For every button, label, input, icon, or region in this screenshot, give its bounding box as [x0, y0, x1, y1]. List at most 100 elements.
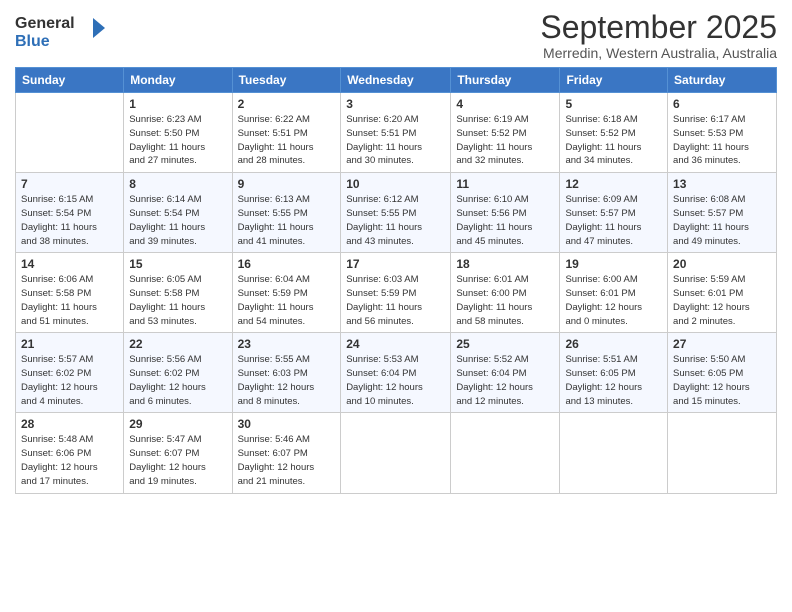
day-number: 13	[673, 177, 771, 191]
day-number: 3	[346, 97, 445, 111]
calendar-cell: 22 Sunrise: 5:56 AM Sunset: 6:02 PM Dayli…	[124, 333, 232, 413]
day-number: 9	[238, 177, 336, 191]
calendar-cell: 13 Sunrise: 6:08 AM Sunset: 5:57 PM Dayli…	[668, 173, 777, 253]
day-number: 12	[565, 177, 662, 191]
day-info: Sunrise: 6:06 AM Sunset: 5:58 PM Dayligh…	[21, 273, 118, 328]
svg-text:Blue: Blue	[15, 33, 50, 50]
day-number: 6	[673, 97, 771, 111]
calendar-cell: 20Sunrise: 5:59 AM Sunset: 6:01 PM Dayli…	[668, 253, 777, 333]
day-info: Sunrise: 5:50 AM Sunset: 6:05 PM Dayligh…	[673, 353, 771, 408]
calendar-week-1: 1Sunrise: 6:23 AM Sunset: 5:50 PM Daylig…	[16, 93, 777, 173]
calendar-cell: 7 Sunrise: 6:15 AM Sunset: 5:54 PM Daylig…	[16, 173, 124, 253]
logo: General Blue	[15, 10, 105, 57]
calendar-cell	[341, 413, 451, 493]
day-number: 4	[456, 97, 554, 111]
calendar-cell: 25 Sunrise: 5:52 AM Sunset: 6:04 PM Dayli…	[451, 333, 560, 413]
title-area: September 2025 Merredin, Western Austral…	[540, 10, 777, 61]
logo-svg: General Blue	[15, 10, 105, 52]
calendar-cell	[668, 413, 777, 493]
calendar-cell: 11 Sunrise: 6:10 AM Sunset: 5:56 PM Dayli…	[451, 173, 560, 253]
day-info: Sunrise: 6:08 AM Sunset: 5:57 PM Dayligh…	[673, 193, 771, 248]
calendar-cell: 23 Sunrise: 5:55 AM Sunset: 6:03 PM Dayli…	[232, 333, 341, 413]
day-info: Sunrise: 5:46 AM Sunset: 6:07 PM Dayligh…	[238, 433, 336, 488]
day-info: Sunrise: 6:12 AM Sunset: 5:55 PM Dayligh…	[346, 193, 445, 248]
day-info: Sunrise: 6:15 AM Sunset: 5:54 PM Dayligh…	[21, 193, 118, 248]
day-number: 16	[238, 257, 336, 271]
day-number: 17	[346, 257, 445, 271]
day-number: 29	[129, 417, 226, 431]
day-number: 7	[21, 177, 118, 191]
day-info: Sunrise: 6:13 AM Sunset: 5:55 PM Dayligh…	[238, 193, 336, 248]
calendar-week-4: 21 Sunrise: 5:57 AM Sunset: 6:02 PM Dayli…	[16, 333, 777, 413]
calendar-cell: 6Sunrise: 6:17 AM Sunset: 5:53 PM Daylig…	[668, 93, 777, 173]
day-info: Sunrise: 5:53 AM Sunset: 6:04 PM Dayligh…	[346, 353, 445, 408]
day-number: 25	[456, 337, 554, 351]
calendar-cell	[16, 93, 124, 173]
day-info: Sunrise: 6:05 AM Sunset: 5:58 PM Dayligh…	[129, 273, 226, 328]
day-number: 5	[565, 97, 662, 111]
day-number: 24	[346, 337, 445, 351]
day-number: 22	[129, 337, 226, 351]
day-info: Sunrise: 6:09 AM Sunset: 5:57 PM Dayligh…	[565, 193, 662, 248]
month-title: September 2025	[540, 10, 777, 45]
calendar-cell: 28 Sunrise: 5:48 AM Sunset: 6:06 PM Dayli…	[16, 413, 124, 493]
day-number: 11	[456, 177, 554, 191]
calendar-week-3: 14 Sunrise: 6:06 AM Sunset: 5:58 PM Dayli…	[16, 253, 777, 333]
day-info: Sunrise: 5:52 AM Sunset: 6:04 PM Dayligh…	[456, 353, 554, 408]
calendar-cell: 10 Sunrise: 6:12 AM Sunset: 5:55 PM Dayli…	[341, 173, 451, 253]
day-number: 14	[21, 257, 118, 271]
calendar-cell: 1Sunrise: 6:23 AM Sunset: 5:50 PM Daylig…	[124, 93, 232, 173]
col-header-thursday: Thursday	[451, 68, 560, 93]
day-number: 21	[21, 337, 118, 351]
logo-area: General Blue	[15, 10, 105, 57]
day-info: Sunrise: 5:55 AM Sunset: 6:03 PM Dayligh…	[238, 353, 336, 408]
day-info: Sunrise: 5:47 AM Sunset: 6:07 PM Dayligh…	[129, 433, 226, 488]
day-info: Sunrise: 6:10 AM Sunset: 5:56 PM Dayligh…	[456, 193, 554, 248]
calendar-week-5: 28 Sunrise: 5:48 AM Sunset: 6:06 PM Dayli…	[16, 413, 777, 493]
day-info: Sunrise: 5:57 AM Sunset: 6:02 PM Dayligh…	[21, 353, 118, 408]
calendar-cell: 29 Sunrise: 5:47 AM Sunset: 6:07 PM Dayli…	[124, 413, 232, 493]
calendar-cell: 3 Sunrise: 6:20 AM Sunset: 5:51 PM Daylig…	[341, 93, 451, 173]
day-info: Sunrise: 6:23 AM Sunset: 5:50 PM Dayligh…	[129, 113, 226, 168]
col-header-wednesday: Wednesday	[341, 68, 451, 93]
day-info: Sunrise: 5:51 AM Sunset: 6:05 PM Dayligh…	[565, 353, 662, 408]
header: General Blue September 2025 Merredin, We…	[15, 10, 777, 61]
col-header-monday: Monday	[124, 68, 232, 93]
day-info: Sunrise: 5:56 AM Sunset: 6:02 PM Dayligh…	[129, 353, 226, 408]
calendar-cell: 24 Sunrise: 5:53 AM Sunset: 6:04 PM Dayli…	[341, 333, 451, 413]
day-info: Sunrise: 6:14 AM Sunset: 5:54 PM Dayligh…	[129, 193, 226, 248]
day-info: Sunrise: 6:22 AM Sunset: 5:51 PM Dayligh…	[238, 113, 336, 168]
day-number: 10	[346, 177, 445, 191]
calendar-cell: 21 Sunrise: 5:57 AM Sunset: 6:02 PM Dayli…	[16, 333, 124, 413]
day-info: Sunrise: 6:20 AM Sunset: 5:51 PM Dayligh…	[346, 113, 445, 168]
location-subtitle: Merredin, Western Australia, Australia	[540, 45, 777, 61]
day-info: Sunrise: 6:04 AM Sunset: 5:59 PM Dayligh…	[238, 273, 336, 328]
calendar-cell: 16 Sunrise: 6:04 AM Sunset: 5:59 PM Dayli…	[232, 253, 341, 333]
calendar-header-row: SundayMondayTuesdayWednesdayThursdayFrid…	[16, 68, 777, 93]
calendar-cell: 9 Sunrise: 6:13 AM Sunset: 5:55 PM Daylig…	[232, 173, 341, 253]
calendar-cell	[560, 413, 668, 493]
day-number: 19	[565, 257, 662, 271]
day-number: 26	[565, 337, 662, 351]
col-header-tuesday: Tuesday	[232, 68, 341, 93]
page: General Blue September 2025 Merredin, We…	[0, 0, 792, 612]
col-header-saturday: Saturday	[668, 68, 777, 93]
calendar-cell: 14 Sunrise: 6:06 AM Sunset: 5:58 PM Dayli…	[16, 253, 124, 333]
day-number: 28	[21, 417, 118, 431]
day-number: 15	[129, 257, 226, 271]
calendar-cell: 12 Sunrise: 6:09 AM Sunset: 5:57 PM Dayli…	[560, 173, 668, 253]
calendar-cell: 18Sunrise: 6:01 AM Sunset: 6:00 PM Dayli…	[451, 253, 560, 333]
calendar-cell: 8Sunrise: 6:14 AM Sunset: 5:54 PM Daylig…	[124, 173, 232, 253]
calendar-cell: 2Sunrise: 6:22 AM Sunset: 5:51 PM Daylig…	[232, 93, 341, 173]
day-info: Sunrise: 5:48 AM Sunset: 6:06 PM Dayligh…	[21, 433, 118, 488]
calendar-cell: 26 Sunrise: 5:51 AM Sunset: 6:05 PM Dayli…	[560, 333, 668, 413]
calendar-cell: 19Sunrise: 6:00 AM Sunset: 6:01 PM Dayli…	[560, 253, 668, 333]
day-info: Sunrise: 6:03 AM Sunset: 5:59 PM Dayligh…	[346, 273, 445, 328]
day-number: 27	[673, 337, 771, 351]
svg-text:General: General	[15, 15, 75, 32]
day-number: 23	[238, 337, 336, 351]
day-info: Sunrise: 6:18 AM Sunset: 5:52 PM Dayligh…	[565, 113, 662, 168]
day-number: 20	[673, 257, 771, 271]
calendar-cell: 30Sunrise: 5:46 AM Sunset: 6:07 PM Dayli…	[232, 413, 341, 493]
day-info: Sunrise: 6:19 AM Sunset: 5:52 PM Dayligh…	[456, 113, 554, 168]
